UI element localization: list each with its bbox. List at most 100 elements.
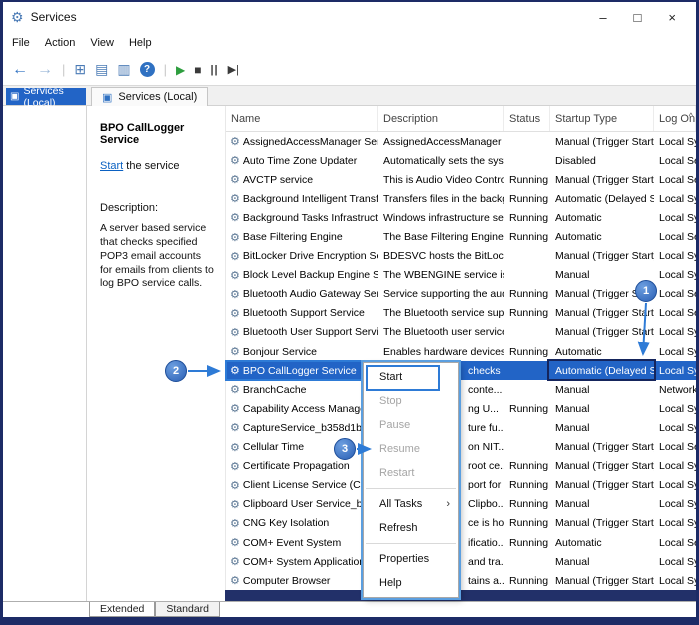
- export-list-icon[interactable]: ▤: [95, 61, 108, 78]
- table-row[interactable]: ⚙Capability Access Manager Serviceng U..…: [226, 399, 696, 418]
- menu-view[interactable]: View: [90, 37, 114, 49]
- column-header-startup-type[interactable]: Startup Type: [550, 106, 654, 131]
- service-gear-icon: ⚙: [230, 555, 240, 568]
- table-row[interactable]: ⚙Bluetooth Support ServiceThe Bluetooth …: [226, 304, 696, 323]
- service-gear-icon: ⚙: [230, 269, 240, 282]
- service-logon: Local Sys: [654, 269, 696, 281]
- service-gear-icon: ⚙: [230, 345, 240, 358]
- table-row[interactable]: ⚙Background Tasks Infrastructure ...Wind…: [226, 208, 696, 227]
- menu-file[interactable]: File: [12, 37, 30, 49]
- service-gear-icon: ⚙: [230, 154, 240, 167]
- table-row[interactable]: ⚙BPO CallLogger Servicechecks ...Automat…: [226, 361, 696, 380]
- services-app-icon: ⚙: [11, 9, 24, 26]
- column-header-description[interactable]: Description: [378, 106, 504, 131]
- column-header-name[interactable]: Name: [226, 106, 378, 131]
- table-row[interactable]: ⚙BranchCacheconte...ManualNetwork: [226, 380, 696, 399]
- start-service-link[interactable]: Start: [100, 160, 123, 172]
- tab-extended[interactable]: Extended: [89, 602, 155, 617]
- menu-help[interactable]: Help: [129, 37, 152, 49]
- service-gear-icon: ⚙: [230, 574, 240, 587]
- service-action: Start the service: [100, 160, 215, 172]
- table-row[interactable]: ⚙CNG Key Isolationce is ho...RunningManu…: [226, 514, 696, 533]
- table-row[interactable]: ⚙CaptureService_b358d1bture fu...ManualL…: [226, 418, 696, 437]
- start-service-icon[interactable]: ▶: [176, 63, 185, 77]
- service-name: COM+ Event System: [243, 537, 341, 549]
- table-row[interactable]: ⚙COM+ Event Systemificatio...RunningAuto…: [226, 533, 696, 552]
- scroll-up-icon[interactable]: ^: [689, 111, 693, 121]
- tree-item-services-local[interactable]: ▣ Services (Local): [6, 88, 86, 105]
- restart-service-icon[interactable]: ▶|: [228, 63, 239, 76]
- context-menu-item-properties[interactable]: Properties: [364, 547, 458, 571]
- table-row[interactable]: ⚙Clipboard User Service_b358d1bClipbo...…: [226, 495, 696, 514]
- table-row[interactable]: ⚙COM+ System Applicationand tra...Manual…: [226, 552, 696, 571]
- table-row[interactable]: ⚙Bonjour ServiceEnables hardware devices…: [226, 342, 696, 361]
- service-status: Running: [504, 307, 550, 319]
- table-row[interactable]: ⚙Bluetooth Audio Gateway ServiceService …: [226, 285, 696, 304]
- table-row[interactable]: ⚙Base Filtering EngineThe Base Filtering…: [226, 227, 696, 246]
- service-startup-type: Disabled: [550, 155, 654, 167]
- close-button[interactable]: ×: [668, 10, 676, 25]
- service-startup-type: Manual (Trigger Start): [550, 307, 654, 319]
- service-gear-icon: ⚙: [230, 364, 240, 377]
- service-description-cell: Clipbo...: [468, 498, 504, 510]
- menu-separator: [366, 543, 456, 544]
- service-startup-type: Manual (Trigger Start): [550, 441, 654, 453]
- service-status: Running: [504, 498, 550, 510]
- service-description-cell: tains a...: [468, 575, 504, 587]
- table-row[interactable]: ⚙AVCTP serviceThis is Audio Video Contro…: [226, 170, 696, 189]
- submenu-arrow-icon: ›: [446, 496, 450, 512]
- back-icon[interactable]: ←: [12, 61, 28, 79]
- service-rows: ⚙AssignedAccessManager ServiceAssignedAc…: [226, 132, 696, 590]
- forward-icon[interactable]: →: [37, 61, 53, 79]
- service-description-cell: root ce...: [468, 460, 504, 472]
- menu-action[interactable]: Action: [45, 37, 76, 49]
- service-description-cell: and tra...: [468, 556, 504, 568]
- maximize-button[interactable]: □: [634, 10, 642, 25]
- service-gear-icon: ⚙: [230, 307, 240, 320]
- service-name: Base Filtering Engine: [243, 231, 343, 243]
- minimize-button[interactable]: –: [599, 10, 606, 25]
- service-startup-type: Manual (Trigger Start): [550, 326, 654, 338]
- callout-1: 1: [635, 280, 657, 302]
- help-icon[interactable]: ?: [140, 62, 155, 77]
- service-gear-icon: ⚙: [230, 211, 240, 224]
- context-menu-item-label: Properties: [379, 551, 429, 567]
- context-menu-item-start[interactable]: Start: [364, 365, 458, 389]
- column-header-status[interactable]: Status: [504, 106, 550, 131]
- service-name: AVCTP service: [243, 174, 313, 186]
- service-description-cell: Automatically sets the system time...: [383, 155, 504, 167]
- context-menu-item-help[interactable]: Help: [364, 571, 458, 595]
- context-menu-item-restart: Restart: [364, 461, 458, 485]
- context-menu-item-label: All Tasks: [379, 496, 422, 512]
- context-menu-item-label: Refresh: [379, 520, 418, 536]
- service-logon: Local Ser: [654, 288, 696, 300]
- stop-service-icon[interactable]: ■: [194, 63, 201, 77]
- table-row[interactable]: ⚙Cellular Timeon NIT...Manual (Trigger S…: [226, 438, 696, 457]
- pause-service-icon[interactable]: ||: [210, 64, 218, 76]
- show-console-tree-icon[interactable]: ⊞: [74, 61, 86, 78]
- table-row[interactable]: ⚙Block Level Backup Engine ServiceThe WB…: [226, 266, 696, 285]
- service-startup-type: Manual: [550, 403, 654, 415]
- table-row[interactable]: ⚙Computer Browsertains a...RunningManual…: [226, 571, 696, 590]
- properties-icon[interactable]: ▥: [117, 61, 130, 78]
- service-name: Certificate Propagation: [243, 460, 350, 472]
- service-name: Capability Access Manager Service: [243, 403, 378, 415]
- context-menu-item-refresh[interactable]: Refresh: [364, 516, 458, 540]
- context-menu-item-all-tasks[interactable]: All Tasks ›: [364, 492, 458, 516]
- tab-standard[interactable]: Standard: [155, 602, 220, 617]
- table-row[interactable]: ⚙AssignedAccessManager ServiceAssignedAc…: [226, 132, 696, 151]
- service-logon: Local Sys: [654, 212, 696, 224]
- table-row[interactable]: ⚙Auto Time Zone Updater Automatically set…: [226, 151, 696, 170]
- horizontal-scrollbar[interactable]: [225, 590, 696, 601]
- table-row[interactable]: ⚙Bluetooth User Support Service_...The B…: [226, 323, 696, 342]
- service-name: Auto Time Zone Updater: [243, 155, 357, 167]
- service-status: Running: [504, 231, 550, 243]
- service-description-cell: The Bluetooth service supports dis...: [383, 307, 504, 319]
- view-tab-services-local[interactable]: ▣ Services (Local): [91, 87, 208, 106]
- table-row[interactable]: ⚙BitLocker Drive Encryption ServiceBDESV…: [226, 247, 696, 266]
- table-row[interactable]: ⚙Background Intelligent Transfer S...Tra…: [226, 189, 696, 208]
- table-row[interactable]: ⚙Client License Service (ClipSVC)port fo…: [226, 476, 696, 495]
- table-row[interactable]: ⚙Certificate Propagationroot ce...Runnin…: [226, 457, 696, 476]
- service-gear-icon: ⚙: [230, 135, 240, 148]
- service-name: CNG Key Isolation: [243, 517, 329, 529]
